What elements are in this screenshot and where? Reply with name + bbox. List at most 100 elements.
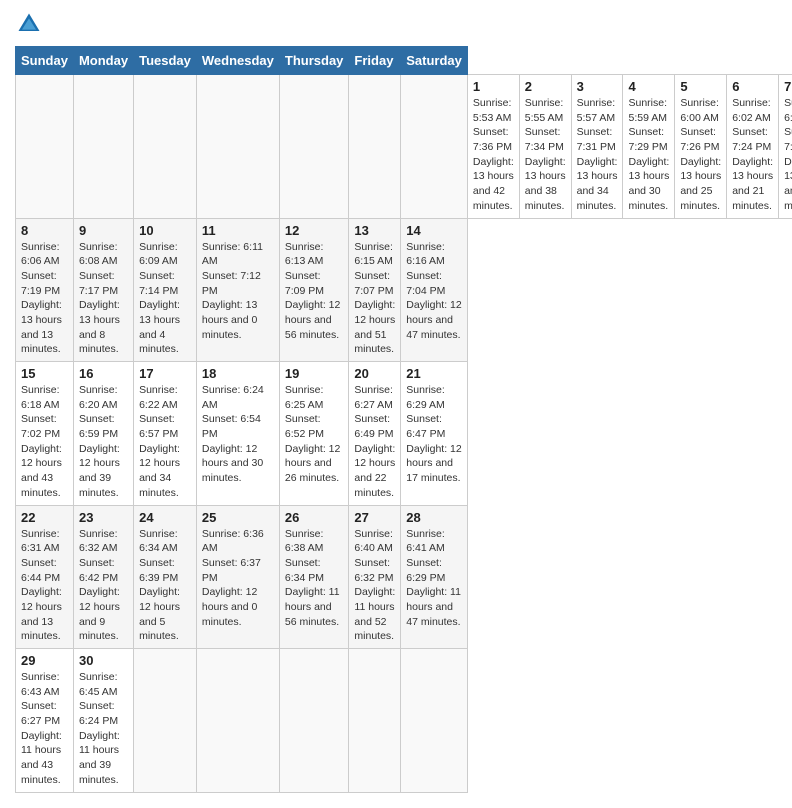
calendar-week-2: 8Sunrise: 6:06 AMSunset: 7:19 PMDaylight…: [16, 218, 792, 362]
sunset-1: Sunset: 7:36 PM: [473, 126, 512, 153]
day-cell-3: 3 Sunrise: 5:57 AMSunset: 7:31 PMDaylight…: [571, 75, 623, 219]
daylight-3: Daylight: 13 hours and 34 minutes.: [577, 156, 618, 212]
calendar-week-5: 29Sunrise: 6:43 AMSunset: 6:27 PMDayligh…: [16, 649, 792, 793]
sunset-2: Sunset: 7:34 PM: [525, 126, 564, 153]
weekday-sunday: Sunday: [16, 47, 74, 75]
daylight-8: Daylight: 13 hours and 13 minutes.: [21, 299, 62, 355]
calendar-body: 1Sunrise: 5:53 AMSunset: 7:36 PMDaylight…: [16, 75, 792, 793]
sunrise-1: Sunrise: 5:53 AM: [473, 97, 512, 124]
calendar-table: SundayMondayTuesdayWednesdayThursdayFrid…: [15, 46, 792, 793]
logo-icon: [15, 10, 43, 38]
weekday-tuesday: Tuesday: [134, 47, 197, 75]
sunrise-29: Sunrise: 6:43 AM: [21, 671, 60, 698]
sunrise-28: Sunrise: 6:41 AM: [406, 528, 445, 555]
sunset-26: Sunset: 6:34 PM: [285, 557, 324, 584]
daylight-14: Daylight: 12 hours and 47 minutes.: [406, 299, 461, 340]
day-info-28: Sunrise: 6:41 AMSunset: 6:29 PMDaylight:…: [406, 527, 462, 630]
day-cell-1: 1 Sunrise: 5:53 AMSunset: 7:36 PMDaylight…: [467, 75, 519, 219]
sunrise-4: Sunrise: 5:59 AM: [628, 97, 667, 124]
empty-day-cell: [16, 75, 74, 219]
daylight-20: Daylight: 12 hours and 22 minutes.: [354, 443, 395, 499]
day-number-18: 18: [202, 366, 274, 381]
day-info-1: Sunrise: 5:53 AMSunset: 7:36 PMDaylight:…: [473, 96, 514, 214]
day-cell-24: 24Sunrise: 6:34 AMSunset: 6:39 PMDayligh…: [134, 505, 197, 649]
sunset-23: Sunset: 6:42 PM: [79, 557, 118, 584]
day-cell-4: 4Sunrise: 5:59 AMSunset: 7:29 PMDaylight…: [623, 75, 675, 219]
weekday-thursday: Thursday: [279, 47, 349, 75]
day-info-23: Sunrise: 6:32 AMSunset: 6:42 PMDaylight:…: [79, 527, 128, 645]
sunrise-11: Sunrise: 6:11 AM: [202, 241, 263, 268]
empty-day-cell: [401, 649, 468, 793]
calendar-week-3: 15Sunrise: 6:18 AMSunset: 7:02 PMDayligh…: [16, 362, 792, 506]
day-info-2: Sunrise: 5:55 AMSunset: 7:34 PMDaylight:…: [525, 96, 566, 214]
sunrise-16: Sunrise: 6:20 AM: [79, 384, 118, 411]
day-info-29: Sunrise: 6:43 AMSunset: 6:27 PMDaylight:…: [21, 670, 68, 788]
calendar-page: SundayMondayTuesdayWednesdayThursdayFrid…: [0, 0, 792, 808]
day-number-21: 21: [406, 366, 462, 381]
sunrise-8: Sunrise: 6:06 AM: [21, 241, 60, 268]
day-info-30: Sunrise: 6:45 AMSunset: 6:24 PMDaylight:…: [79, 670, 128, 788]
daylight-23: Daylight: 12 hours and 9 minutes.: [79, 586, 120, 642]
day-cell-11: 11Sunrise: 6:11 AMSunset: 7:12 PMDayligh…: [196, 218, 279, 362]
day-info-4: Sunrise: 5:59 AMSunset: 7:29 PMDaylight:…: [628, 96, 669, 214]
sunset-13: Sunset: 7:07 PM: [354, 270, 393, 297]
empty-day-cell: [349, 649, 401, 793]
sunrise-5: Sunrise: 6:00 AM: [680, 97, 719, 124]
day-info-7: Sunrise: 6:04 AMSunset: 7:21 PMDaylight:…: [784, 96, 792, 214]
day-cell-2: 2Sunrise: 5:55 AMSunset: 7:34 PMDaylight…: [519, 75, 571, 219]
day-number-15: 15: [21, 366, 68, 381]
sunset-6: Sunset: 7:24 PM: [732, 126, 771, 153]
day-number-3: 3: [577, 79, 618, 94]
day-cell-7: 7Sunrise: 6:04 AMSunset: 7:21 PMDaylight…: [779, 75, 792, 219]
sunset-12: Sunset: 7:09 PM: [285, 270, 324, 297]
empty-day-cell: [401, 75, 468, 219]
day-info-6: Sunrise: 6:02 AMSunset: 7:24 PMDaylight:…: [732, 96, 773, 214]
sunset-16: Sunset: 6:59 PM: [79, 413, 118, 440]
logo: [15, 10, 47, 38]
daylight-16: Daylight: 12 hours and 39 minutes.: [79, 443, 120, 499]
empty-day-cell: [196, 649, 279, 793]
day-info-3: Sunrise: 5:57 AMSunset: 7:31 PMDaylight:…: [577, 96, 618, 214]
day-cell-9: 9Sunrise: 6:08 AMSunset: 7:17 PMDaylight…: [73, 218, 133, 362]
daylight-12: Daylight: 12 hours and 56 minutes.: [285, 299, 340, 340]
daylight-28: Daylight: 11 hours and 47 minutes.: [406, 586, 461, 627]
day-info-22: Sunrise: 6:31 AMSunset: 6:44 PMDaylight:…: [21, 527, 68, 645]
day-info-12: Sunrise: 6:13 AMSunset: 7:09 PMDaylight:…: [285, 240, 344, 343]
sunset-4: Sunset: 7:29 PM: [628, 126, 667, 153]
calendar-week-1: 1Sunrise: 5:53 AMSunset: 7:36 PMDaylight…: [16, 75, 792, 219]
day-cell-28: 28Sunrise: 6:41 AMSunset: 6:29 PMDayligh…: [401, 505, 468, 649]
day-number-1: 1: [473, 79, 514, 94]
sunrise-2: Sunrise: 5:55 AM: [525, 97, 564, 124]
daylight-13: Daylight: 12 hours and 51 minutes.: [354, 299, 395, 355]
daylight-19: Daylight: 12 hours and 26 minutes.: [285, 443, 340, 484]
sunset-24: Sunset: 6:39 PM: [139, 557, 178, 584]
day-info-14: Sunrise: 6:16 AMSunset: 7:04 PMDaylight:…: [406, 240, 462, 343]
sunrise-17: Sunrise: 6:22 AM: [139, 384, 178, 411]
day-info-8: Sunrise: 6:06 AMSunset: 7:19 PMDaylight:…: [21, 240, 68, 358]
day-number-11: 11: [202, 223, 274, 238]
sunrise-19: Sunrise: 6:25 AM: [285, 384, 324, 411]
day-info-24: Sunrise: 6:34 AMSunset: 6:39 PMDaylight:…: [139, 527, 191, 645]
day-cell-13: 13Sunrise: 6:15 AMSunset: 7:07 PMDayligh…: [349, 218, 401, 362]
day-info-17: Sunrise: 6:22 AMSunset: 6:57 PMDaylight:…: [139, 383, 191, 501]
day-cell-26: 26Sunrise: 6:38 AMSunset: 6:34 PMDayligh…: [279, 505, 349, 649]
day-info-25: Sunrise: 6:36 AMSunset: 6:37 PMDaylight:…: [202, 527, 274, 630]
day-info-9: Sunrise: 6:08 AMSunset: 7:17 PMDaylight:…: [79, 240, 128, 358]
day-number-23: 23: [79, 510, 128, 525]
day-number-14: 14: [406, 223, 462, 238]
weekday-monday: Monday: [73, 47, 133, 75]
day-cell-15: 15Sunrise: 6:18 AMSunset: 7:02 PMDayligh…: [16, 362, 74, 506]
daylight-15: Daylight: 12 hours and 43 minutes.: [21, 443, 62, 499]
day-info-27: Sunrise: 6:40 AMSunset: 6:32 PMDaylight:…: [354, 527, 395, 645]
day-cell-18: 18Sunrise: 6:24 AMSunset: 6:54 PMDayligh…: [196, 362, 279, 506]
day-cell-12: 12Sunrise: 6:13 AMSunset: 7:09 PMDayligh…: [279, 218, 349, 362]
day-cell-30: 30Sunrise: 6:45 AMSunset: 6:24 PMDayligh…: [73, 649, 133, 793]
sunrise-26: Sunrise: 6:38 AM: [285, 528, 324, 555]
daylight-29: Daylight: 11 hours and 43 minutes.: [21, 730, 62, 786]
daylight-27: Daylight: 11 hours and 52 minutes.: [354, 586, 395, 642]
day-cell-14: 14 Sunrise: 6:16 AMSunset: 7:04 PMDayligh…: [401, 218, 468, 362]
sunrise-9: Sunrise: 6:08 AM: [79, 241, 118, 268]
day-number-26: 26: [285, 510, 344, 525]
day-cell-6: 6Sunrise: 6:02 AMSunset: 7:24 PMDaylight…: [727, 75, 779, 219]
daylight-9: Daylight: 13 hours and 8 minutes.: [79, 299, 120, 355]
